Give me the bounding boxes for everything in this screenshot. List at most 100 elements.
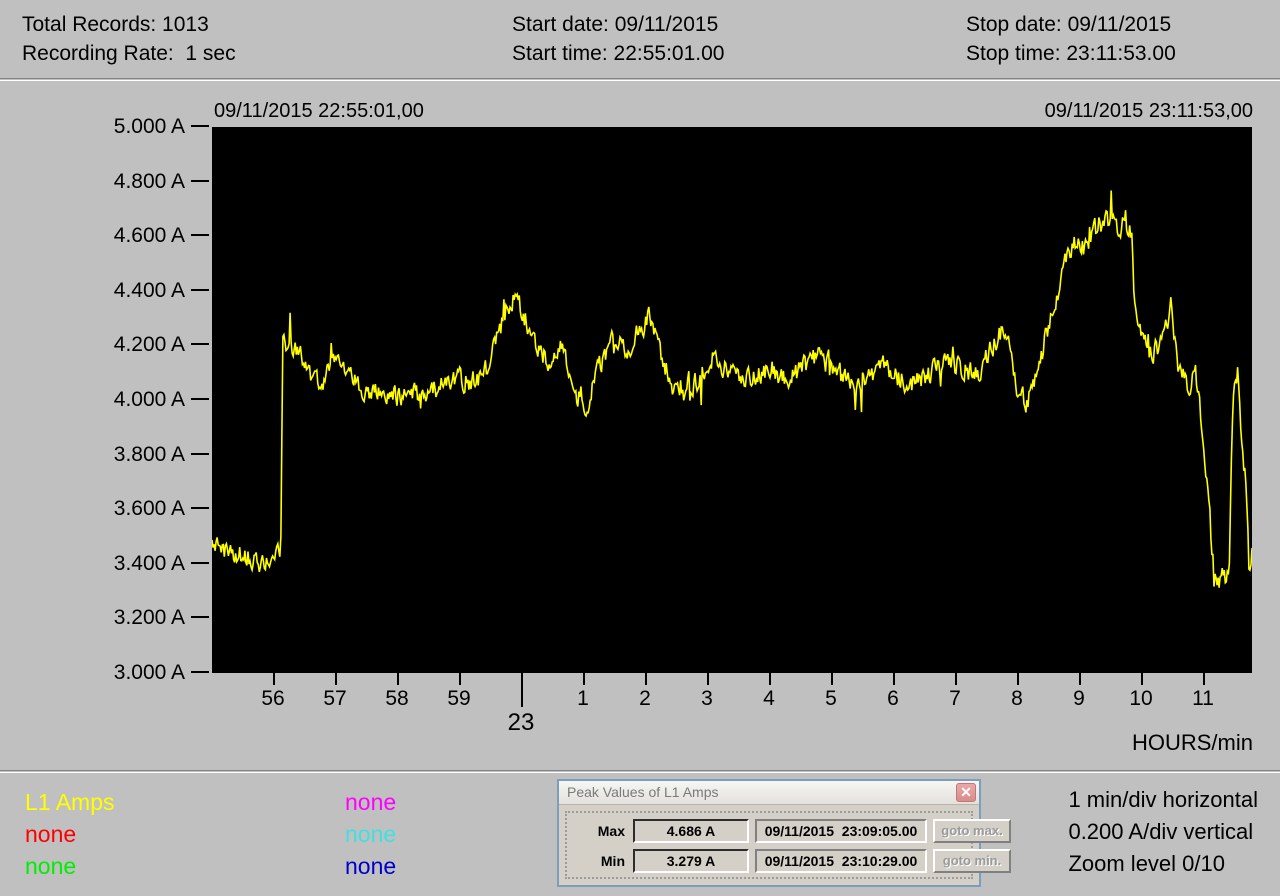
y-axis-tick-mark (191, 124, 209, 127)
y-axis-tick-mark (191, 343, 209, 346)
scale-info: 1 min/div horizontal 0.200 A/div vertica… (1068, 784, 1258, 880)
y-axis-tick-mark (191, 397, 209, 400)
x-axis-tick-mark (273, 673, 275, 685)
y-axis-tick-mark (191, 670, 209, 673)
x-axis-tick-mark (769, 673, 771, 685)
y-axis-tick-label: 4.400 A (113, 278, 185, 302)
y-axis-tick: 4.200 A (113, 333, 212, 357)
y-axis-tick: 4.000 A (113, 388, 212, 411)
start-time-text: Start time: 22:55:01.00 (512, 42, 725, 65)
x-axis-tick-label: 9 (1073, 687, 1085, 710)
legend-item[interactable]: none (345, 850, 396, 882)
y-axis-tick-label: 3.200 A (113, 606, 185, 630)
header-column-start: Start date: 09/11/2015 Start time: 22:55… (512, 10, 724, 68)
x-axis-tick-mark (707, 673, 709, 685)
peak-values-dialog[interactable]: Peak Values of L1 Amps ✕ Max 4.686 A 09/… (557, 779, 1011, 887)
scale-horizontal-text: 1 min/div horizontal (1068, 787, 1258, 812)
x-axis-tick-mark (893, 673, 895, 685)
x-axis-tick-label: 59 (447, 687, 471, 710)
start-date-text: Start date: 09/11/2015 (512, 13, 719, 36)
x-axis-tick-label: 2 (639, 687, 651, 710)
y-axis: 5.000 A 4.800 A 4.600 A 4.400 A 4.200 A 4.000… (0, 116, 212, 683)
y-axis-tick: 3.200 A (113, 606, 212, 630)
y-axis-tick-label: 4.800 A (113, 169, 185, 193)
y-axis-tick-mark (191, 507, 209, 510)
x-axis-tick-label: 4 (763, 687, 775, 710)
legend-item[interactable]: none (345, 786, 396, 818)
close-icon[interactable]: ✕ (956, 783, 976, 802)
min-label: Min (600, 853, 625, 869)
legend-item[interactable]: none (345, 818, 396, 850)
y-axis-tick-label: 4.000 A (113, 388, 185, 411)
x-axis-tick-label: 6 (887, 687, 899, 710)
stop-date-text: Stop date: 09/11/2015 (966, 13, 1172, 36)
footer-divider (0, 770, 1280, 773)
y-axis-tick-label: 5.000 A (113, 115, 185, 138)
y-axis-tick: 4.800 A (113, 169, 212, 193)
x-axis-tick-label: 23 (507, 709, 535, 736)
x-axis-tick-mark (583, 673, 585, 685)
legend-item[interactable]: none (25, 818, 76, 850)
y-axis-tick: 4.600 A (113, 224, 212, 248)
y-axis-tick: 3.800 A (113, 442, 212, 466)
legend: L1 Amps none none none none none (0, 774, 540, 896)
plot-area[interactable] (212, 127, 1252, 673)
header-column-stop: Stop date: 09/11/2015 Stop time: 23:11:5… (966, 10, 1176, 68)
x-axis-tick-label: 56 (261, 687, 285, 710)
peak-max-row: Max 4.686 A 09/11/2015 23:09:05.00 goto … (573, 819, 1011, 845)
y-axis-tick-mark (191, 452, 209, 455)
y-axis-tick: 3.600 A (113, 497, 212, 521)
zoom-level-text: Zoom level 0/10 (1068, 851, 1225, 876)
min-time-field: 09/11/2015 23:10:29.00 (755, 849, 927, 873)
legend-item[interactable]: none (25, 850, 76, 882)
legend-item[interactable]: L1 Amps (25, 786, 115, 818)
y-axis-tick-mark (191, 234, 209, 237)
x-axis-tick-mark (1017, 673, 1019, 685)
y-axis-tick-label: 4.200 A (113, 333, 185, 357)
x-axis-tick-mark (1141, 673, 1143, 685)
max-value-field: 4.686 A (633, 819, 749, 843)
y-axis-tick: 5.000 A (113, 115, 212, 138)
y-axis-tick: 3.000 A (113, 661, 212, 684)
y-axis-tick-label: 3.400 A (113, 551, 185, 575)
plot-stop-timestamp: 09/11/2015 23:11:53,00 (1044, 100, 1253, 122)
y-axis-tick: 4.400 A (113, 278, 212, 302)
x-axis-tick-mark (521, 673, 523, 707)
header-divider (0, 78, 1280, 81)
peak-min-row: Min 3.279 A 09/11/2015 23:10:29.00 goto … (573, 849, 1011, 875)
x-axis-tick-mark (831, 673, 833, 685)
x-axis-tick-label: 7 (949, 687, 961, 710)
x-axis-tick-label: 5 (825, 687, 837, 710)
x-axis-tick-label: 3 (701, 687, 713, 710)
y-axis-tick-mark (191, 616, 209, 619)
info-header: Total Records: 1013 Recording Rate: 1 se… (0, 0, 1280, 78)
x-axis: 56 57 58 59 23 1 2 3 4 5 6 7 8 9 10 11 (212, 673, 1252, 743)
y-axis-tick-label: 3.600 A (113, 497, 185, 521)
x-axis-tick-label: 1 (577, 687, 589, 710)
x-axis-tick-mark (955, 673, 957, 685)
scale-vertical-text: 0.200 A/div vertical (1068, 819, 1254, 844)
max-time-field: 09/11/2015 23:09:05.00 (755, 819, 927, 843)
dialog-titlebar[interactable]: Peak Values of L1 Amps ✕ (559, 781, 979, 805)
plot-start-timestamp: 09/11/2015 22:55:01,00 (214, 100, 424, 122)
y-axis-tick-mark (191, 561, 209, 564)
y-axis-tick-label: 3.000 A (113, 661, 185, 684)
y-axis-tick-label: 3.800 A (113, 442, 185, 466)
waveform-trace (212, 190, 1252, 588)
x-axis-tick-label: 10 (1129, 687, 1153, 710)
recording-rate-text: Recording Rate: 1 sec (22, 42, 236, 65)
x-axis-tick-mark (645, 673, 647, 685)
min-value-field: 3.279 A (633, 849, 749, 873)
x-axis-tick-label: 8 (1011, 687, 1023, 710)
goto-max-button[interactable]: goto max. (933, 819, 1011, 843)
y-axis-tick-label: 4.600 A (113, 224, 185, 248)
y-axis-tick: 3.400 A (113, 551, 212, 575)
x-axis-title: HOURS/min (1131, 730, 1253, 755)
goto-min-button[interactable]: goto min. (933, 849, 1011, 873)
y-axis-tick-mark (191, 179, 209, 182)
graph-region: 09/11/2015 22:55:01,00 09/11/2015 23:11:… (0, 82, 1280, 770)
x-axis-tick-mark (1079, 673, 1081, 685)
y-axis-tick-mark (191, 288, 209, 291)
total-records-text: Total Records: 1013 (22, 13, 209, 36)
dialog-title: Peak Values of L1 Amps (567, 784, 719, 800)
